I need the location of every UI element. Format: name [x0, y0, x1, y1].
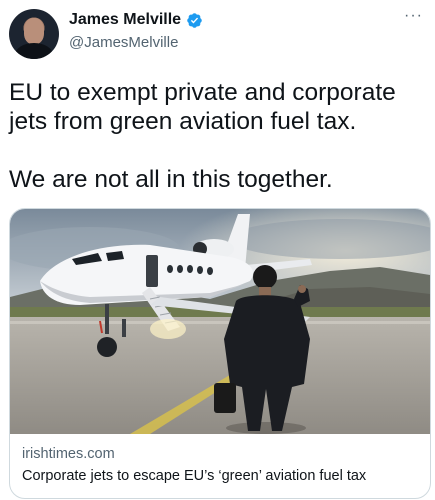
verified-badge-icon: [187, 12, 202, 28]
more-options-icon[interactable]: ···: [404, 8, 423, 24]
private-jet-photo: [10, 209, 430, 434]
card-title[interactable]: Corporate jets to escape EU’s ‘green’ av…: [22, 468, 366, 484]
card-domain: irishtimes.com: [22, 446, 115, 462]
link-preview-card[interactable]: irishtimes.com Corporate jets to escape …: [9, 208, 431, 499]
tweet-text: EU to exempt private and corporate jets …: [9, 78, 419, 194]
tweet[interactable]: James Melville @JamesMelville ··· EU to …: [0, 0, 435, 500]
avatar-body: [15, 43, 53, 59]
author-handle[interactable]: @JamesMelville: [69, 34, 178, 51]
author-display-name[interactable]: James Melville: [69, 11, 181, 29]
tweet-text-line-2: We are not all in this together.: [9, 166, 333, 193]
avatar-face: [24, 18, 44, 44]
author-name-row: James Melville: [69, 11, 203, 29]
card-image[interactable]: [10, 209, 430, 434]
tweet-text-line-1: EU to exempt private and corporate jets …: [9, 79, 396, 135]
avatar[interactable]: [9, 9, 59, 59]
